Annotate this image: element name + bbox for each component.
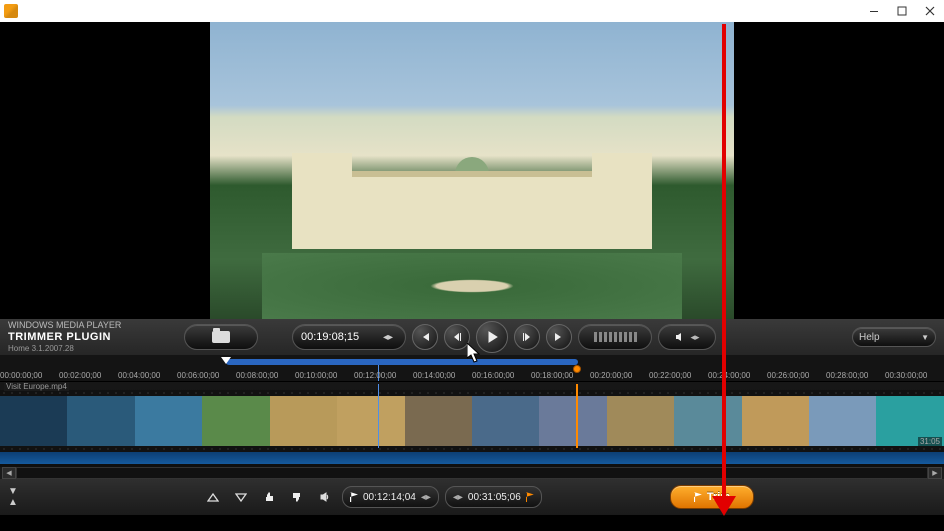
out-point-vertical[interactable] [576, 384, 578, 448]
zoom-out-button[interactable] [202, 486, 224, 508]
chevron-down-icon: ▼ [921, 333, 929, 342]
scroll-track[interactable] [16, 467, 928, 479]
thumbnail [539, 396, 606, 446]
ruler-tick: 00:12:00;00 [354, 371, 413, 380]
in-point-chip[interactable]: 00:12:14;04 ◂▸ [342, 486, 439, 508]
out-step-icon[interactable]: ◂▸ [453, 492, 463, 503]
maximize-button[interactable] [888, 0, 916, 22]
scroll-right-button[interactable]: ▶ [928, 467, 942, 479]
out-time-value: 00:31:05;06 [468, 492, 521, 503]
thumbnail [0, 396, 67, 446]
plugin-title-block: WINDOWS MEDIA PLAYER TRIMMER PLUGIN Home… [8, 319, 184, 355]
ruler-tick: 00:22:00;00 [649, 371, 708, 380]
clip-name-label: Visit Europe.mp4 [4, 382, 69, 391]
in-flag-icon [350, 492, 358, 502]
thumbnail-strip [0, 390, 944, 452]
scroll-left-button[interactable]: ◀ [2, 467, 16, 479]
playhead-vertical[interactable] [378, 384, 379, 448]
ruler-tick: 00:02:00;00 [59, 371, 118, 380]
window-titlebar [0, 0, 944, 22]
next-marker-button[interactable] [546, 324, 572, 350]
plugin-name-label: TRIMMER PLUGIN [8, 331, 184, 343]
plugin-version-label: Home 3.1.2007.28 [8, 343, 184, 355]
filmstrip-track[interactable]: Visit Europe.mp4 31:05 [0, 384, 944, 448]
playhead-indicator[interactable] [221, 357, 231, 364]
timeline-ruler[interactable]: 00:00:00;0000:02:00;0000:04:00;0000:06:0… [0, 355, 944, 382]
thumbnail [674, 396, 741, 446]
thumbnail [405, 396, 472, 446]
ruler-tick: 00:04:00;00 [118, 371, 177, 380]
ruler-tick: 00:20:00;00 [590, 371, 649, 380]
help-label: Help [859, 332, 880, 343]
ruler-tick: 00:28:00;00 [826, 371, 885, 380]
in-step-icon[interactable]: ◂▸ [421, 492, 431, 503]
time-step-buttons[interactable]: ◂▸ [379, 332, 397, 343]
in-time-value: 00:12:14;04 [363, 492, 416, 503]
thumbnail [270, 396, 337, 446]
ruler-tick: 00:10:00;00 [295, 371, 354, 380]
panel-toggle-button[interactable]: ▼▲ [4, 486, 22, 508]
app-icon [4, 4, 18, 18]
thumbnail [202, 396, 269, 446]
folder-icon [212, 331, 230, 343]
thumbnail [472, 396, 539, 446]
ruler-tick: 00:24:00;00 [708, 371, 767, 380]
ruler-tick: 00:26:00;00 [767, 371, 826, 380]
plugin-control-bar: WINDOWS MEDIA PLAYER TRIMMER PLUGIN Home… [0, 319, 944, 355]
prev-marker-button[interactable] [412, 324, 438, 350]
volume-step-icon: ◂▸ [690, 332, 699, 343]
help-dropdown[interactable]: Help ▼ [852, 327, 936, 347]
minimize-button[interactable] [860, 0, 888, 22]
out-flag-icon [526, 492, 534, 502]
thumbnail [607, 396, 674, 446]
play-button[interactable] [476, 321, 508, 353]
timeline-panel: 00:00:00;0000:02:00;0000:04:00;0000:06:0… [0, 355, 944, 467]
selection-range-bar[interactable] [226, 359, 578, 365]
ruler-tick: 00:14:00;00 [413, 371, 472, 380]
thumbnail [337, 396, 404, 446]
ruler-tick: 00:08:00;00 [236, 371, 295, 380]
ruler-tick: 00:30:00;00 [885, 371, 944, 380]
trim-button[interactable]: Trim [670, 485, 754, 509]
close-button[interactable] [916, 0, 944, 22]
trim-label: Trim [707, 491, 730, 503]
thumbs-up-button[interactable] [258, 486, 280, 508]
thumbs-down-button[interactable] [286, 486, 308, 508]
ruler-tick: 00:16:00;00 [472, 371, 531, 380]
sound-toggle-button[interactable] [314, 486, 336, 508]
volume-control[interactable]: ◂▸ [658, 324, 716, 350]
plugin-host-label: WINDOWS MEDIA PLAYER [8, 319, 184, 331]
open-file-button[interactable] [184, 324, 258, 350]
video-frame[interactable] [210, 22, 734, 319]
thumbnail [809, 396, 876, 446]
thumbnail [135, 396, 202, 446]
audio-waveform-track[interactable] [0, 450, 944, 464]
clip-duration-tag: 31:05 [918, 437, 942, 446]
zoom-in-button[interactable] [230, 486, 252, 508]
trim-flag-icon [694, 492, 702, 502]
thumbnail [67, 396, 134, 446]
ruler-tick: 00:06:00;00 [177, 371, 236, 380]
video-preview-area [0, 22, 944, 319]
out-point-chip[interactable]: ◂▸ 00:31:05;06 [445, 486, 542, 508]
current-time-display[interactable]: 00:19:08;15 ◂▸ [292, 324, 406, 350]
ruler-tick-labels: 00:00:00;0000:02:00;0000:04:00;0000:06:0… [0, 371, 944, 380]
thumbnail [742, 396, 809, 446]
bottom-toolbar: ▼▲ 00:12:14;04 ◂▸ ◂▸ 00:31:05;06 Trim [0, 479, 944, 515]
frame-back-button[interactable] [444, 324, 470, 350]
ruler-tick: 00:00:00;00 [0, 371, 59, 380]
timeline-horizontal-scrollbar[interactable]: ◀ ▶ [0, 467, 944, 479]
ruler-tick: 00:18:00;00 [531, 371, 590, 380]
shuttle-slider[interactable] [578, 324, 652, 350]
frame-forward-button[interactable] [514, 324, 540, 350]
current-time-value: 00:19:08;15 [301, 331, 359, 343]
